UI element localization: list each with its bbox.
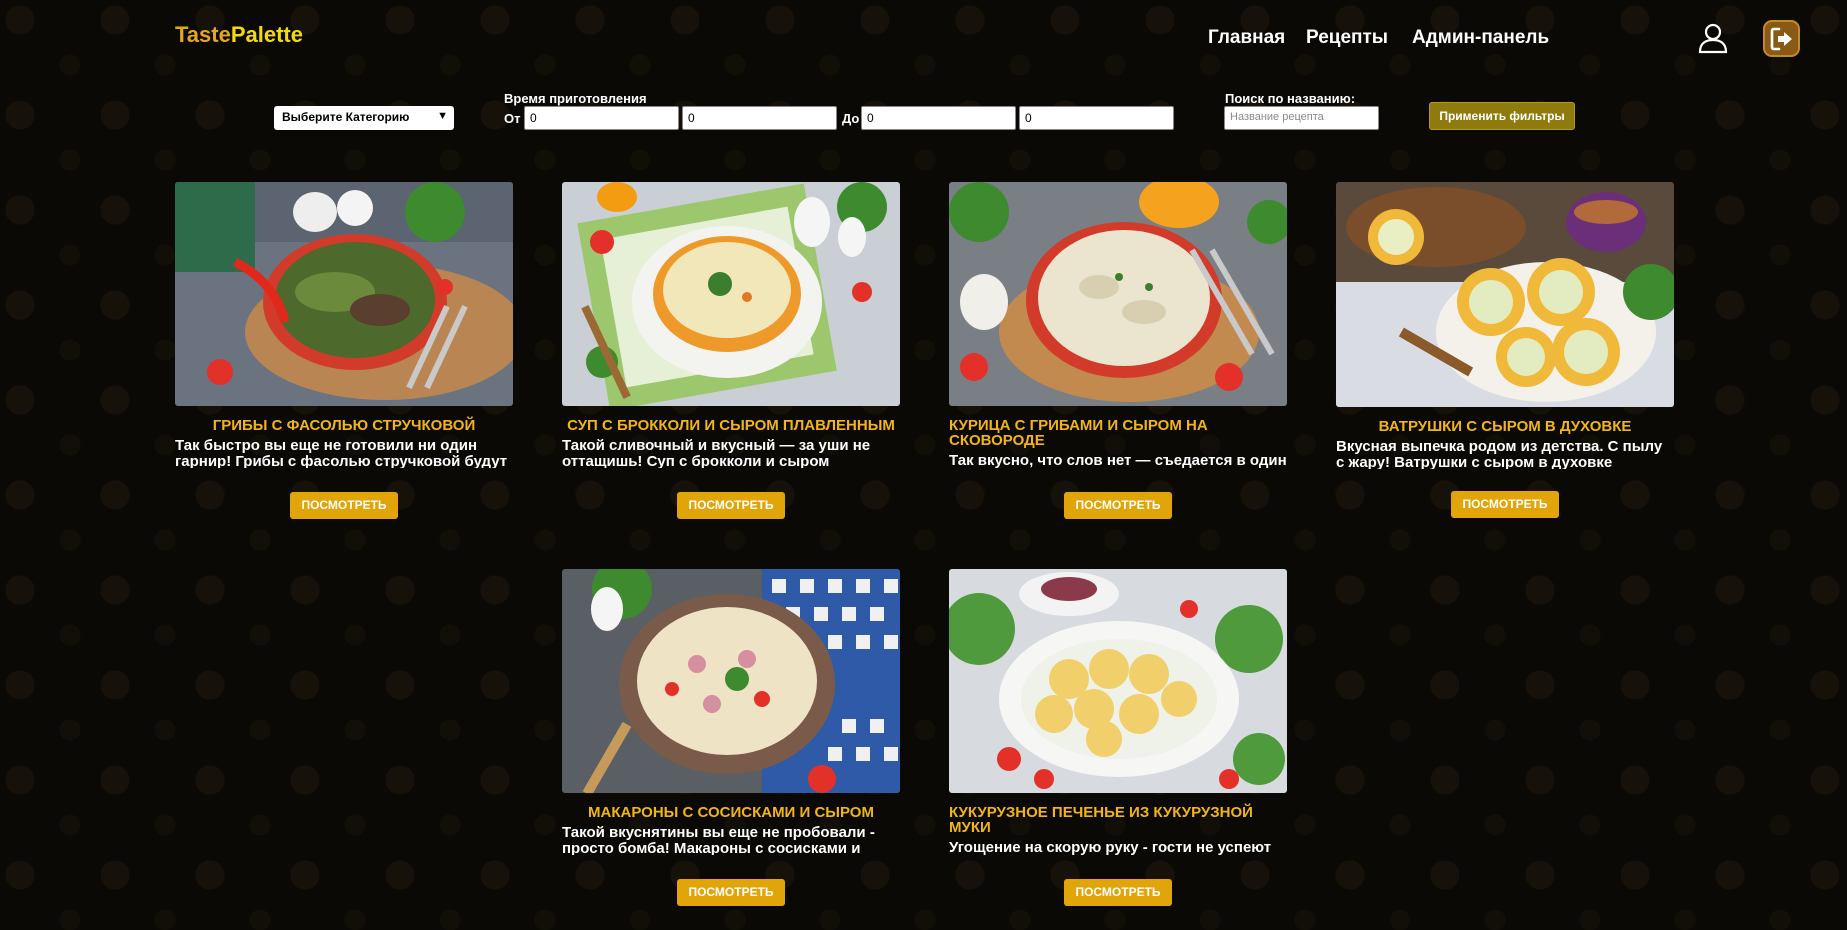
from-minutes-input[interactable]: 0 (682, 106, 837, 130)
view-recipe-button[interactable]: ПОСМОТРЕТЬ (677, 492, 785, 519)
view-recipe-button[interactable]: ПОСМОТРЕТЬ (1064, 879, 1172, 906)
header: TastePalette Главная Рецепты Админ-панел… (0, 0, 1847, 75)
recipe-description: Так быстро вы еще не готовили ни один га… (175, 438, 508, 468)
to-label: До (842, 111, 860, 126)
recipe-title[interactable]: Грибы с фасолью стручковой (175, 418, 513, 433)
from-label: От (504, 111, 521, 126)
recipe-image[interactable] (949, 569, 1287, 793)
to-minutes-input[interactable]: 0 (1019, 106, 1174, 130)
recipe-image[interactable] (1336, 182, 1674, 407)
search-input[interactable]: Название рецепта (1224, 106, 1379, 130)
recipe-title[interactable]: Макароны с сосисками и сыром (562, 805, 900, 820)
apply-filters-button[interactable]: Применить фильтры (1429, 102, 1575, 130)
recipe-description: Такой сливочный и вкусный — за уши не от… (562, 438, 871, 468)
recipe-title[interactable]: Кукурузное печенье из кукурузной муки (949, 805, 1287, 835)
category-select-value: Выберите Категорию (282, 110, 410, 124)
recipe-card: Макароны с сосисками и сыром Такой вкусн… (562, 569, 900, 906)
recipe-card: Грибы с фасолью стручковой Так быстро вы… (175, 182, 513, 519)
recipe-image[interactable] (175, 182, 513, 406)
recipe-card: Суп с брокколи и сыром плавленным Такой … (562, 182, 900, 519)
logo-part-taste: Taste (175, 22, 231, 47)
recipe-image[interactable] (562, 182, 900, 406)
logout-button[interactable] (1763, 20, 1800, 57)
recipe-card: Курица с грибами и сыром на сковороде Та… (949, 182, 1287, 519)
recipe-description: Вкусная выпечка родом из детства. С пылу… (1336, 439, 1663, 469)
nav-admin-panel[interactable]: Админ-панель (1412, 27, 1549, 49)
recipe-description: Так вкусно, что слов нет — съедается в о… (949, 453, 1287, 468)
view-recipe-button[interactable]: ПОСМОТРЕТЬ (290, 492, 398, 519)
nav-home[interactable]: Главная (1208, 27, 1285, 49)
recipe-image[interactable] (949, 182, 1287, 406)
recipe-title[interactable]: Ватрушки с сыром в духовке (1336, 419, 1674, 434)
logout-icon (1770, 27, 1792, 50)
nav-recipes[interactable]: Рецепты (1306, 27, 1388, 49)
recipe-title[interactable]: Курица с грибами и сыром на сковороде (949, 418, 1287, 448)
to-hours-input[interactable]: 0 (861, 106, 1016, 130)
view-recipe-button[interactable]: ПОСМОТРЕТЬ (1064, 492, 1172, 519)
chevron-down-icon: ▼ (437, 110, 448, 122)
from-hours-input[interactable]: 0 (524, 106, 679, 130)
recipe-card: Ватрушки с сыром в духовке Вкусная выпеч… (1336, 182, 1674, 518)
logo-part-palette: Palette (230, 22, 303, 47)
recipe-description: Угощение на скорую руку - гости не успею… (949, 840, 1272, 855)
cooking-time-label: Время приготовления (504, 91, 647, 106)
recipe-image[interactable] (562, 569, 900, 793)
user-icon[interactable] (1697, 22, 1729, 54)
recipe-title[interactable]: Суп с брокколи и сыром плавленным (562, 418, 900, 433)
recipe-card: Кукурузное печенье из кукурузной муки Уг… (949, 569, 1287, 906)
category-select[interactable]: Выберите Категорию ▼ (274, 106, 454, 130)
search-label: Поиск по названию: (1225, 91, 1356, 106)
view-recipe-button[interactable]: ПОСМОТРЕТЬ (677, 879, 785, 906)
view-recipe-button[interactable]: ПОСМОТРЕТЬ (1451, 491, 1559, 518)
recipe-description: Такой вкуснятины вы еще не пробовали - п… (562, 825, 875, 855)
logo[interactable]: TastePalette (175, 22, 303, 48)
